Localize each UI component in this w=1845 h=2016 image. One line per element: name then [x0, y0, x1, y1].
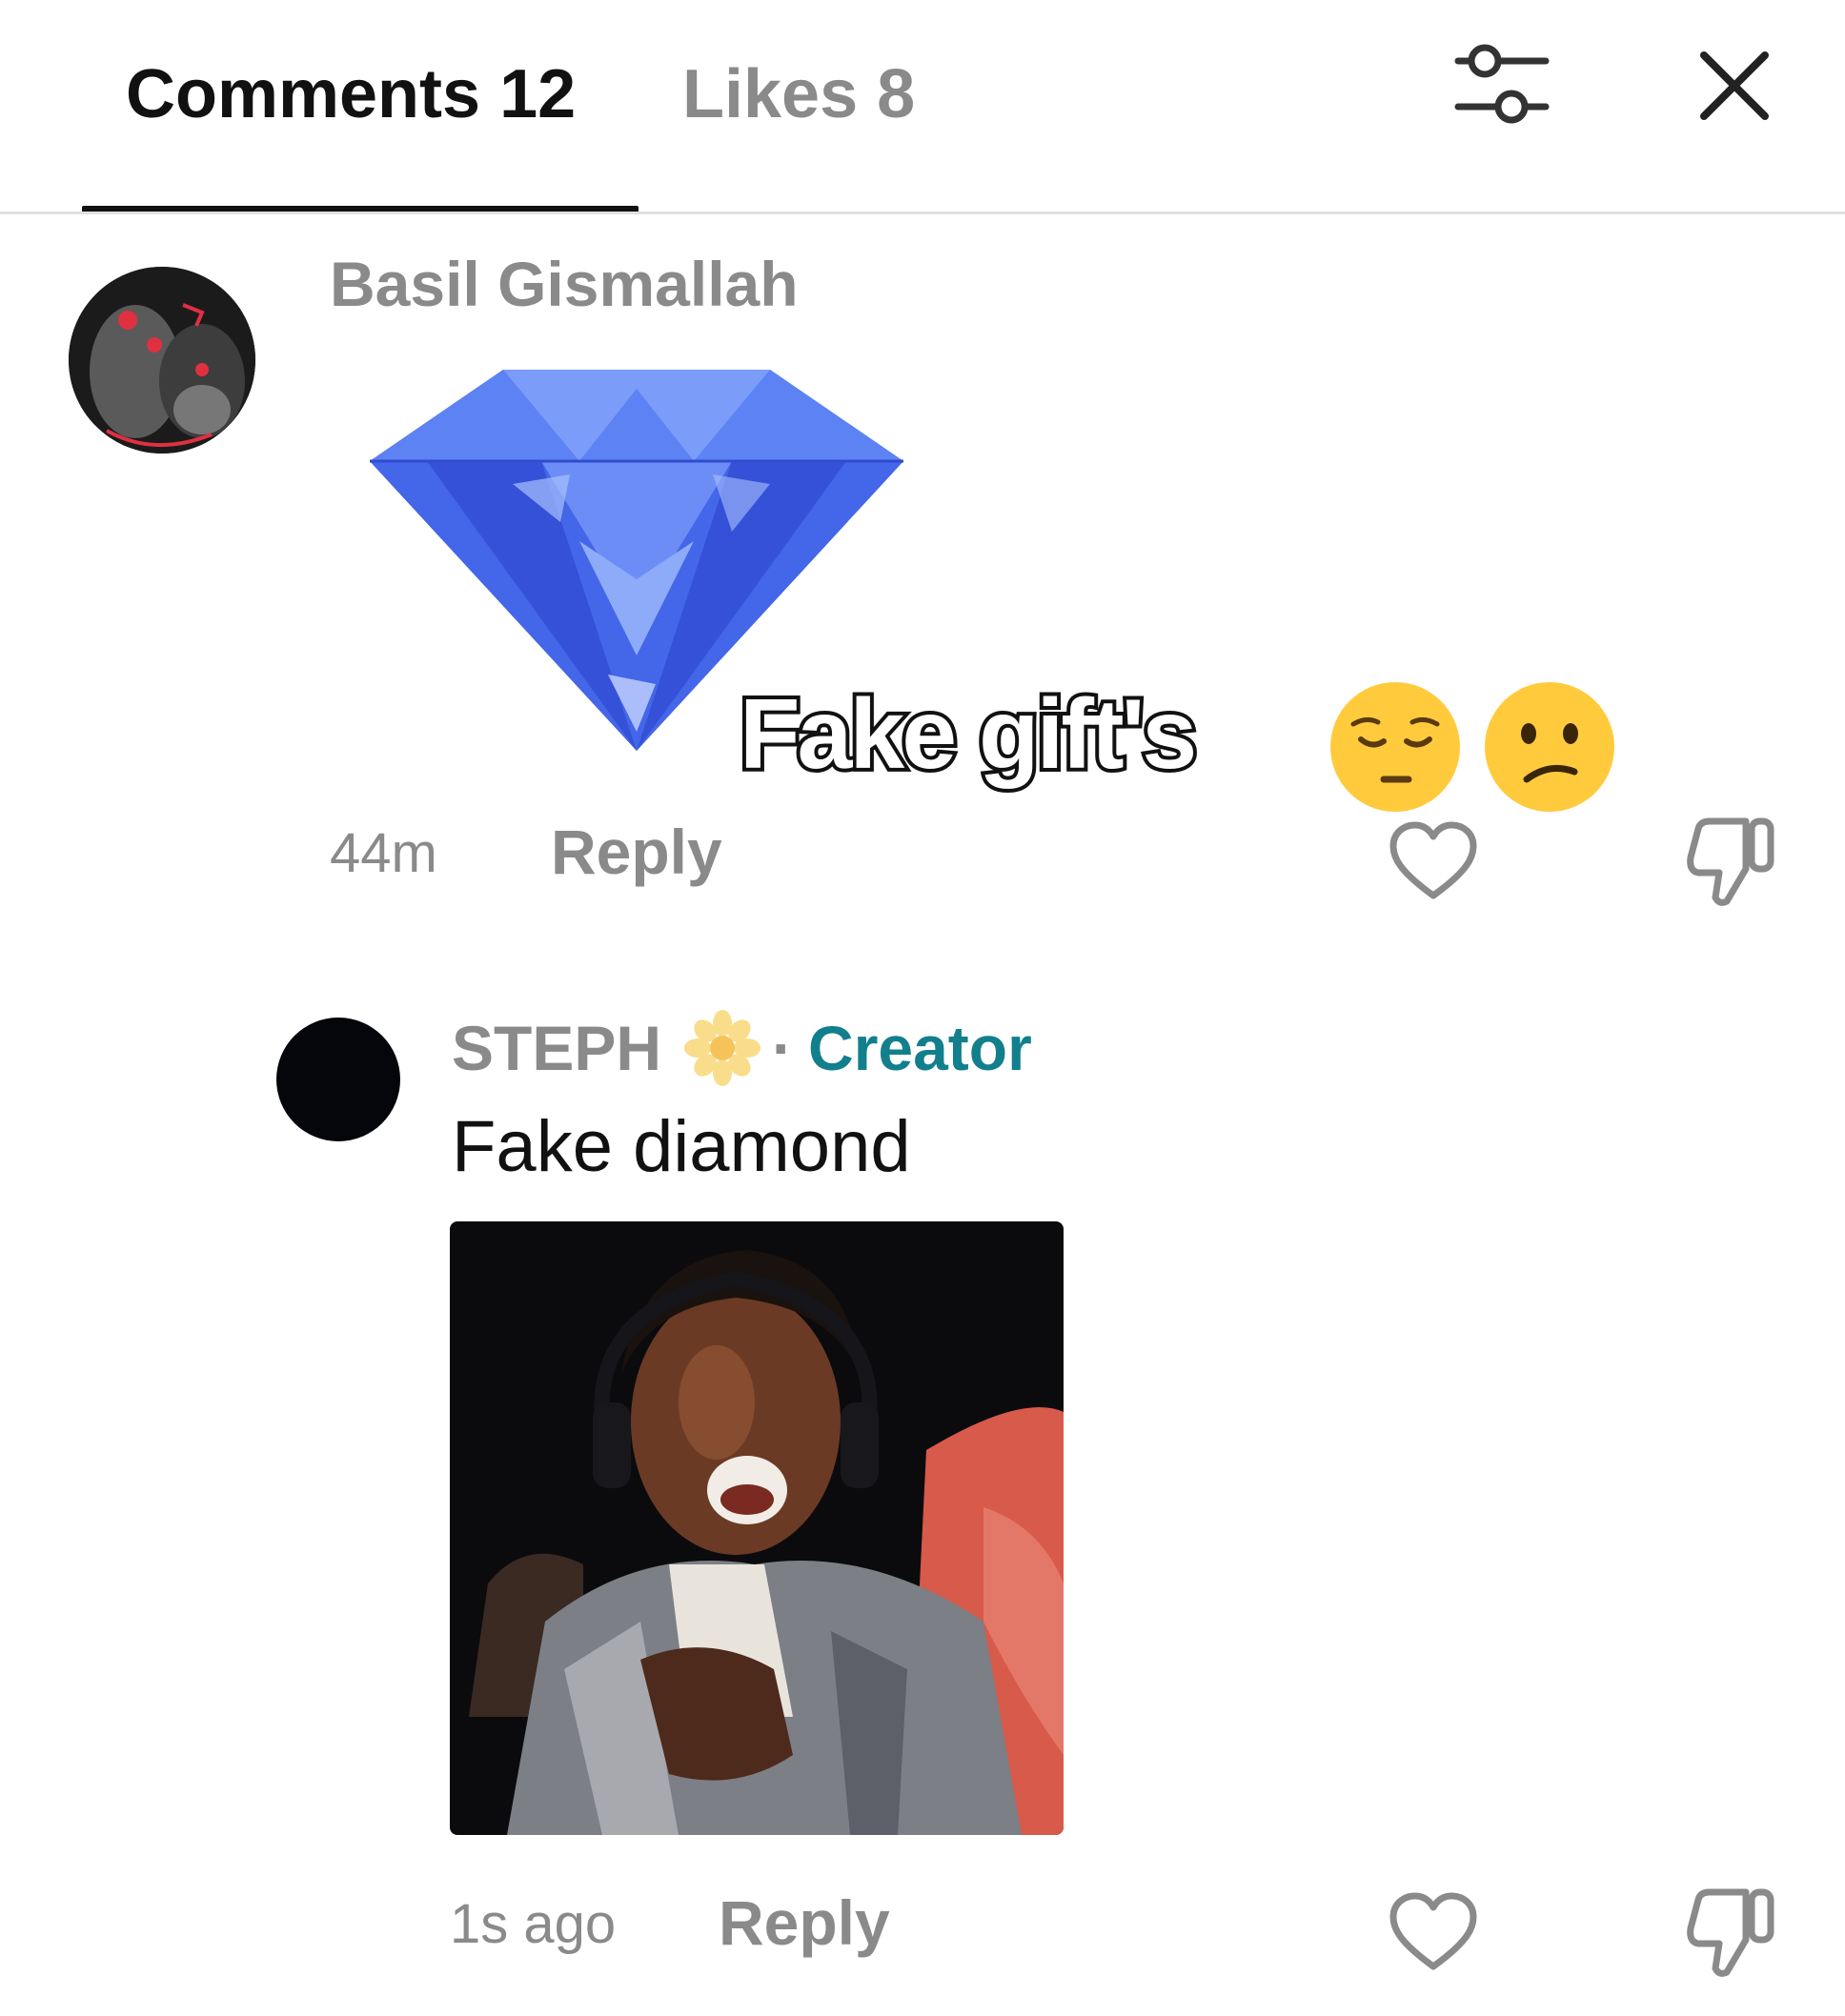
overlay-caption: Fake gift's: [736, 675, 1201, 794]
pensive-face-emoji: [1328, 680, 1462, 814]
filter-button[interactable]: [1449, 38, 1555, 133]
tab-likes[interactable]: Likes 8: [682, 55, 915, 133]
comment-text: Fake diamond: [452, 1106, 911, 1187]
comment-username: STEPH: [452, 1013, 662, 1083]
creator-badge: Creator: [808, 1013, 1032, 1083]
like-button[interactable]: [1389, 821, 1477, 901]
close-button[interactable]: [1687, 38, 1782, 133]
reply-button[interactable]: Reply: [719, 1886, 890, 1959]
reply-button[interactable]: Reply: [551, 816, 722, 888]
avatar[interactable]: [69, 267, 255, 454]
comment-username[interactable]: Basil Gismallah: [330, 248, 799, 320]
header-divider: [0, 212, 1845, 214]
avatar[interactable]: [276, 1018, 400, 1141]
close-icon: [1700, 51, 1769, 120]
like-button[interactable]: [1389, 1892, 1477, 1972]
comment-timestamp: 44m: [330, 822, 437, 884]
heart-icon: [1389, 1892, 1477, 1970]
thumbs-down-icon: [1687, 817, 1774, 906]
reaction-gif[interactable]: [450, 1221, 1064, 1835]
flower-icon: [684, 1010, 761, 1086]
avatar-image: [69, 267, 255, 454]
heart-icon: [1389, 821, 1477, 899]
comment-author[interactable]: STEPH · Creator: [452, 1010, 1032, 1086]
sliders-icon: [1454, 44, 1550, 124]
tab-comments[interactable]: Comments 12: [126, 55, 576, 133]
dislike-button[interactable]: [1685, 1886, 1776, 1980]
dislike-button[interactable]: [1685, 816, 1776, 909]
separator-dot: ·: [772, 1013, 794, 1083]
confused-face-emoji: [1483, 680, 1616, 814]
comment-timestamp: 1s ago: [450, 1893, 617, 1955]
thumbs-down-icon: [1687, 1888, 1774, 1977]
